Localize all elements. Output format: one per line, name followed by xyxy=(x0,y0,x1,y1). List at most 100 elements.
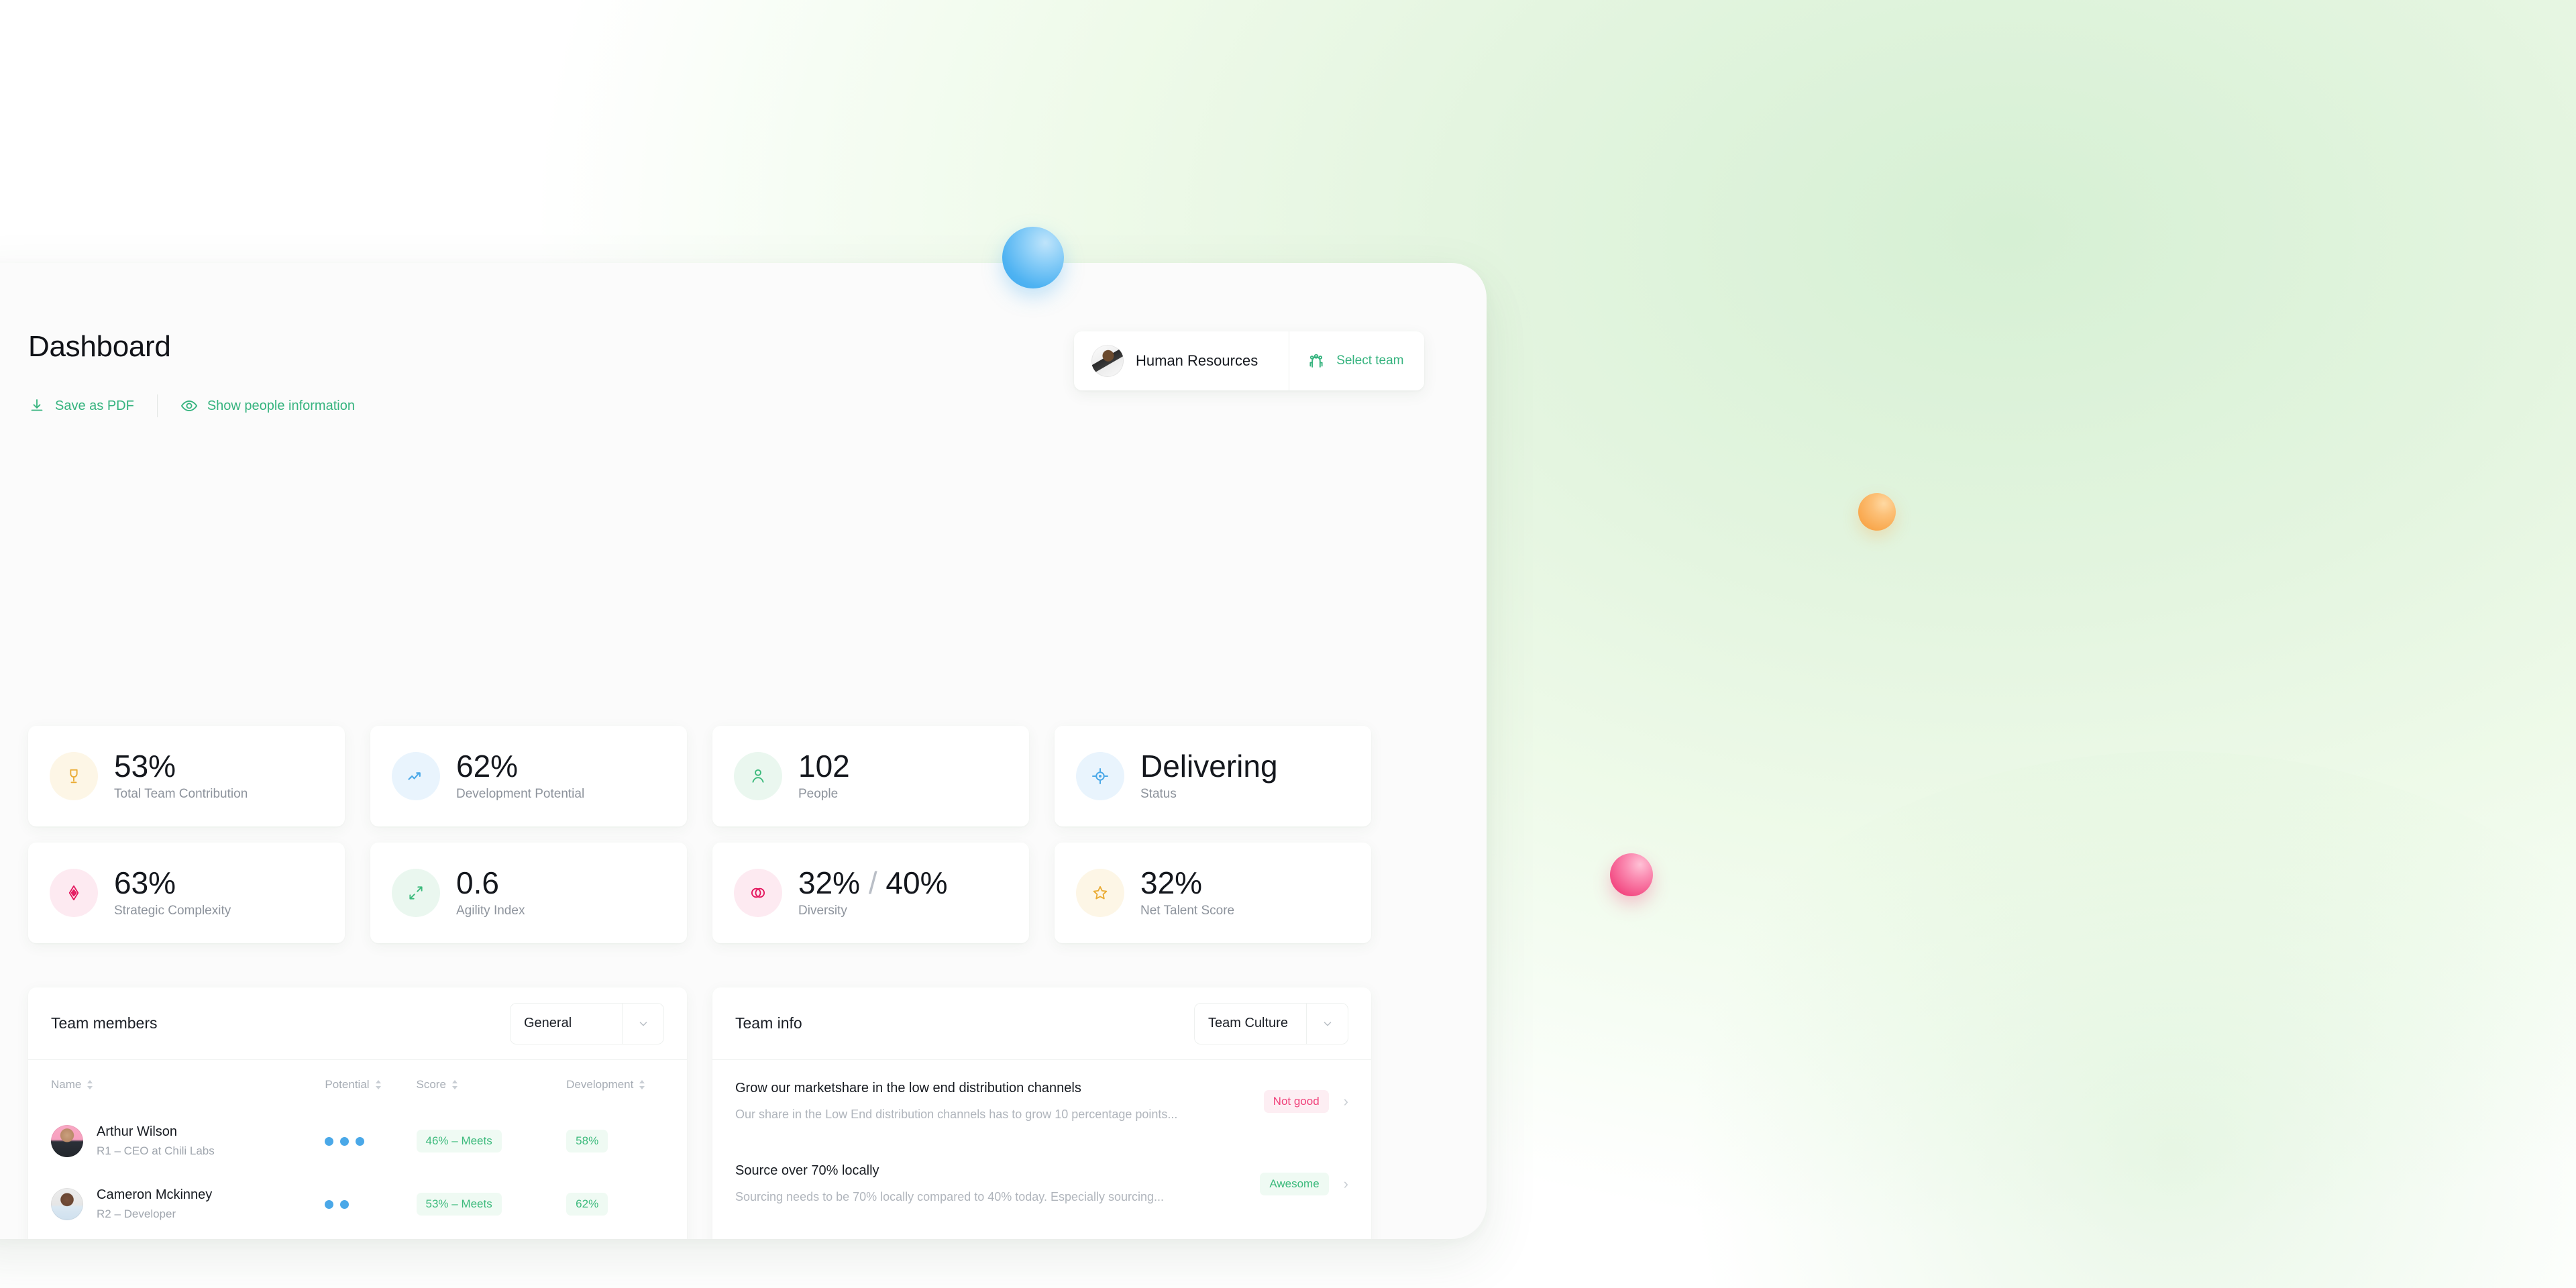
select-team-label: Select team xyxy=(1336,354,1404,368)
chevron-down-icon xyxy=(1306,1003,1348,1044)
current-team-label: Human Resources xyxy=(1136,352,1258,369)
stat-card-status[interactable]: Delivering Status xyxy=(1055,726,1371,826)
save-as-pdf-button[interactable]: Save as PDF xyxy=(28,397,157,415)
info-status-group: Awesome › xyxy=(1260,1173,1348,1196)
member-role: R1 – CEO at Chili Labs xyxy=(97,1144,215,1157)
trending-up-icon xyxy=(392,752,440,800)
star-icon xyxy=(1076,869,1124,917)
person-icon xyxy=(734,752,782,800)
stat-card-net-talent-score[interactable]: 32% Net Talent Score xyxy=(1055,843,1371,943)
team-info-header: Team info Team Culture xyxy=(712,987,1371,1060)
team-info-filter-dropdown[interactable]: Team Culture xyxy=(1194,1002,1348,1044)
potential-dot xyxy=(325,1136,334,1146)
score-cell: 53% – Meets xyxy=(416,1193,567,1216)
score-badge: 46% – Meets xyxy=(416,1130,502,1152)
info-description: Sourcing needs to be 70% locally compare… xyxy=(735,1190,1165,1204)
eye-icon xyxy=(180,397,198,415)
info-description: Our share in the Low End distribution ch… xyxy=(735,1108,1178,1121)
team-photo-avatar xyxy=(1091,345,1124,377)
screen-root: Dashboard Save as PDF Show people inform… xyxy=(0,0,2576,1288)
stat-value: 53% xyxy=(114,749,176,784)
table-row[interactable]: Eduardo AlexanderR3 – Front-End Develope… xyxy=(28,1236,687,1239)
sort-icon xyxy=(451,1080,458,1089)
team-members-table-header: Name Potential Score Development xyxy=(28,1060,687,1110)
stat-label: Agility Index xyxy=(456,904,525,918)
team-info-panel: Team info Team Culture Grow our marketsh… xyxy=(712,987,1371,1239)
column-header-name[interactable]: Name xyxy=(51,1078,325,1091)
sort-icon xyxy=(87,1080,93,1089)
stat-card-people[interactable]: 102 People xyxy=(712,726,1029,826)
stat-card-total-team-contribution[interactable]: 53% Total Team Contribution xyxy=(28,726,345,826)
trophy-icon xyxy=(50,752,98,800)
list-item[interactable]: Grow our marketshare in the low end dist… xyxy=(712,1060,1371,1142)
score-badge: 53% – Meets xyxy=(416,1193,502,1216)
team-selector-bar: Human Resources Select team xyxy=(1074,331,1424,390)
column-label: Potential xyxy=(325,1078,370,1091)
info-text-block: Source over 70% locally Sourcing needs to… xyxy=(735,1163,1164,1205)
chevron-right-icon[interactable]: › xyxy=(1344,1177,1348,1191)
stat-card-agility-index[interactable]: 0.6 Agility Index xyxy=(370,843,687,943)
team-info-title: Team info xyxy=(735,1014,802,1032)
blue-sphere xyxy=(1002,227,1064,288)
expand-arrows-icon xyxy=(392,869,440,917)
header-actions: Save as PDF Show people information xyxy=(28,394,378,417)
potential-rating xyxy=(325,1136,416,1146)
info-title: Grow our marketshare in the low end dist… xyxy=(735,1081,1081,1095)
stat-card-grid: 53% Total Team Contribution 62% Developm… xyxy=(28,726,1371,943)
show-people-information-label: Show people information xyxy=(207,398,355,413)
stat-label: Strategic Complexity xyxy=(114,904,231,918)
orange-sphere xyxy=(1858,493,1896,531)
stat-card-diversity[interactable]: 32% / 40% Diversity xyxy=(712,843,1029,943)
stat-value: 32% / 40% xyxy=(798,867,948,898)
diamond-node-icon xyxy=(50,869,98,917)
save-as-pdf-label: Save as PDF xyxy=(55,398,134,413)
member-name: Cameron Mckinney xyxy=(97,1187,213,1202)
development-cell: 62% xyxy=(566,1193,664,1216)
column-header-potential[interactable]: Potential xyxy=(325,1078,416,1091)
potential-dot xyxy=(325,1199,334,1209)
team-members-filter-value: General xyxy=(524,1016,572,1030)
stat-value: Delivering xyxy=(1140,749,1278,784)
team-members-list: Arthur Wilson R1 – CEO at Chili Labs 46% –… xyxy=(28,1110,687,1239)
potential-dot xyxy=(340,1136,350,1146)
member-name-cell: Arthur Wilson R1 – CEO at Chili Labs xyxy=(51,1124,325,1158)
team-info-filter-value: Team Culture xyxy=(1208,1016,1288,1030)
member-identity: Cameron Mckinney R2 – Developer xyxy=(97,1187,212,1221)
development-badge: 58% xyxy=(566,1130,608,1152)
stat-label: Total Team Contribution xyxy=(114,787,248,801)
avatar xyxy=(51,1125,83,1157)
sort-icon xyxy=(639,1080,645,1089)
chevron-right-icon[interactable]: › xyxy=(1344,1093,1348,1109)
column-header-score[interactable]: Score xyxy=(417,1078,567,1091)
stat-value: 32% xyxy=(1140,865,1203,900)
stat-label: Status xyxy=(1140,787,1177,801)
team-members-filter-dropdown[interactable]: General xyxy=(510,1002,664,1044)
lower-panels: Team members General Name Potential Scor… xyxy=(28,987,1487,1239)
venn-circles-icon xyxy=(734,869,782,917)
stat-card-development-potential[interactable]: 62% Development Potential xyxy=(370,726,687,826)
current-team-button[interactable]: Human Resources xyxy=(1074,331,1289,390)
column-header-development[interactable]: Development xyxy=(566,1078,664,1091)
avatar xyxy=(51,1188,83,1220)
column-label: Development xyxy=(566,1078,634,1091)
diversity-value-text: 32% / 40% xyxy=(798,865,948,900)
team-members-panel: Team members General Name Potential Scor… xyxy=(28,987,687,1239)
stat-card-strategic-complexity[interactable]: 63% Strategic Complexity xyxy=(28,843,345,943)
stat-label: Diversity xyxy=(798,904,847,918)
list-item[interactable]: Integrate 4 distribution centers into on… xyxy=(712,1226,1371,1239)
column-label: Score xyxy=(416,1078,446,1091)
people-group-icon xyxy=(1307,352,1326,370)
info-title: Source over 70% locally xyxy=(735,1163,879,1179)
table-row[interactable]: Arthur Wilson R1 – CEO at Chili Labs 46% –… xyxy=(28,1110,687,1173)
stat-value: 63% xyxy=(114,865,176,900)
show-people-information-button[interactable]: Show people information xyxy=(180,397,378,415)
select-team-button[interactable]: Select team xyxy=(1289,331,1424,390)
status-badge: Not good xyxy=(1263,1089,1329,1113)
list-item[interactable]: Source over 70% locally Sourcing needs to… xyxy=(712,1142,1371,1225)
team-members-title: Team members xyxy=(51,1014,158,1032)
chevron-down-icon xyxy=(622,1003,663,1044)
stat-value: 0.6 xyxy=(456,865,499,900)
team-info-list: Grow our marketshare in the low end dist… xyxy=(712,1060,1371,1239)
info-status-group: Not good › xyxy=(1263,1089,1348,1113)
table-row[interactable]: Cameron Mckinney R2 – Developer 53% – Meet… xyxy=(28,1173,687,1236)
